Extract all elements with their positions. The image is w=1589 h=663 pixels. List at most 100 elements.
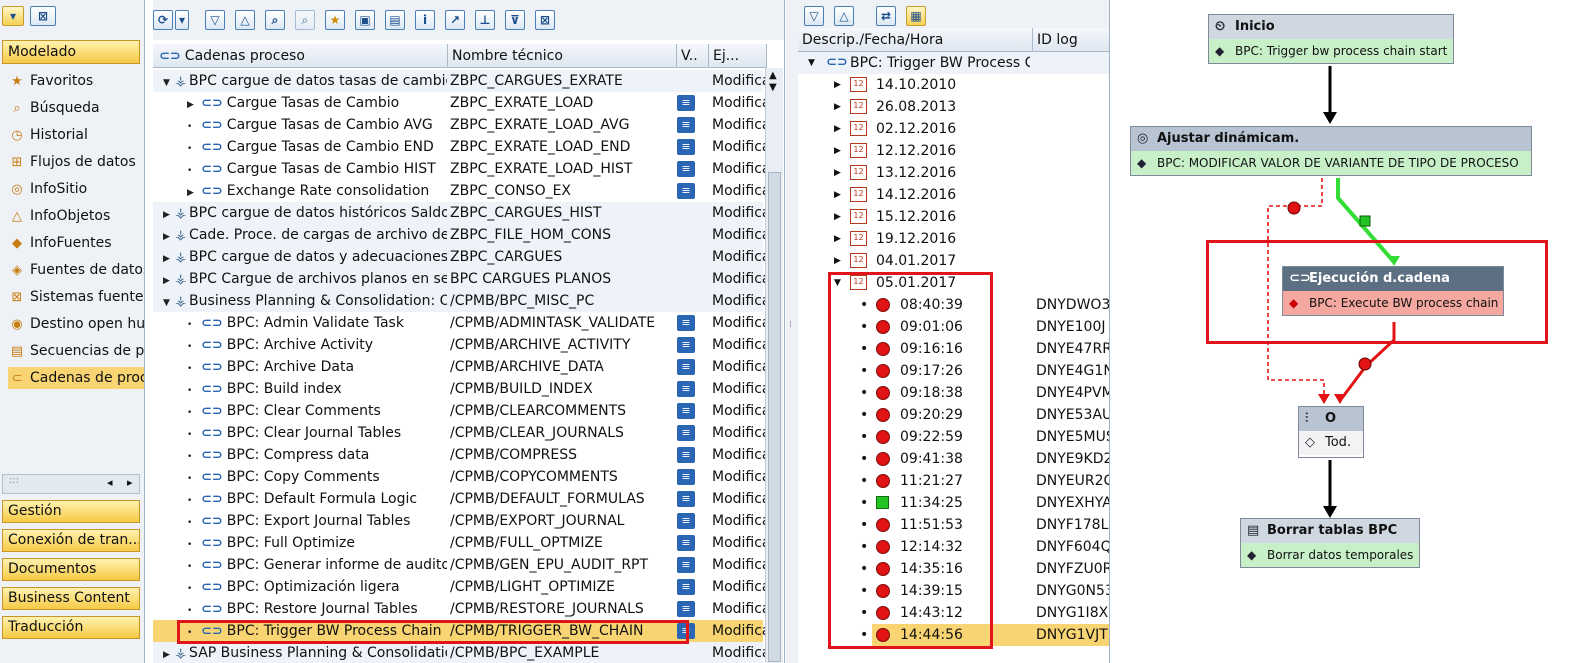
vertical-scrollbar[interactable]: ▲ ▼ [765, 68, 783, 663]
section-button[interactable]: Documentos [2, 558, 140, 581]
version-icon[interactable]: ≡ [677, 183, 695, 199]
tree-row[interactable]: • ⊂⊃ BPC: Admin Validate Task/CPMB/ADMINTA… [153, 312, 765, 334]
tree-row[interactable]: ▶ ⚶ SAP Business Planning & Consolidation /… [153, 642, 765, 663]
refresh-dropdown-icon[interactable]: ▾ [175, 10, 189, 30]
log-date-row[interactable]: ▶ 12 14.12.2016 [798, 184, 1109, 206]
version-icon[interactable]: ≡ [677, 381, 695, 397]
version-icon[interactable]: ≡ [677, 337, 695, 353]
version-icon[interactable]: ≡ [677, 513, 695, 529]
tree-row[interactable]: • ⊂⊃ BPC: Full Optimize/CPMB/FULL_OPTMIZE ≡… [153, 532, 765, 554]
adjust-node[interactable]: ◎ Ajustar dinámicam. ◆ BPC: MODIFICAR VALO… [1130, 126, 1532, 176]
expand-arrow-icon[interactable]: ▶ [163, 248, 175, 270]
filter-icon[interactable]: ⊽ [505, 10, 525, 30]
tree-row[interactable]: • ⊂⊃ Cargue Tasas de Cambio AVG ZBPC_EXRATE… [153, 114, 765, 136]
column-header-v[interactable]: V.. [677, 44, 709, 68]
close-panel-button[interactable]: ⊠ [30, 6, 56, 26]
tree-row[interactable]: • ⊂⊃ BPC: Default Formula Logic/CPMB/DEFAU… [153, 488, 765, 510]
version-icon[interactable]: ≡ [677, 117, 695, 133]
log-view-icon[interactable]: ▦ [906, 6, 926, 26]
version-icon[interactable]: ≡ [677, 579, 695, 595]
expand-arrow-icon[interactable]: ▶ [834, 162, 841, 184]
nav-item[interactable]: ◎ InfoSitio [8, 178, 144, 200]
collapse-arrow-icon[interactable]: ▼ [163, 292, 175, 314]
version-icon[interactable]: ≡ [677, 359, 695, 375]
version-icon[interactable]: ≡ [677, 425, 695, 441]
expand-arrow-icon[interactable]: ▶ [834, 96, 841, 118]
tree-row[interactable]: • ⊂⊃ BPC: Export Journal Tables/CPMB/EXPOR… [153, 510, 765, 532]
tree-structure-icon[interactable]: ⊥ [475, 10, 495, 30]
nav-item[interactable]: ⊂ Cadenas de procesos [8, 367, 144, 389]
log-date-row[interactable]: ▶ 12 13.12.2016 [798, 162, 1109, 184]
favorite-add-icon[interactable]: ★ [325, 10, 345, 30]
compare-icon[interactable]: ⇄ [876, 6, 896, 26]
tree-row[interactable]: ▶ ⚶ Cade. Proce. de cargas de archivo de ZB… [153, 224, 765, 246]
expand-arrow-icon[interactable]: ▶ [163, 270, 175, 292]
nav-item[interactable]: △ InfoObjetos [8, 205, 144, 227]
version-icon[interactable]: ≡ [677, 139, 695, 155]
section-button[interactable]: Conexión de tran... [2, 529, 140, 552]
version-icon[interactable]: ≡ [677, 491, 695, 507]
horizontal-scrollbar[interactable]: ::: ◂ ▸ [2, 474, 140, 494]
tree-row[interactable]: • ⊂⊃ BPC: Compress data/CPMB/COMPRESS ≡ Modi… [153, 444, 765, 466]
version-icon[interactable]: ≡ [677, 601, 695, 617]
expand-icon[interactable]: ▽ [205, 10, 225, 30]
version-icon[interactable]: ≡ [677, 403, 695, 419]
collapse-arrow-icon[interactable]: ▼ [163, 72, 175, 94]
tree-row[interactable]: • ⊂⊃ BPC: Restore Journal Tables/CPMB/REST… [153, 598, 765, 620]
tree-row[interactable]: • ⊂⊃ BPC: Clear Journal Tables/CPMB/CLEAR_… [153, 422, 765, 444]
expand-arrow-icon[interactable]: ▶ [163, 644, 175, 663]
tree-row[interactable]: • ⊂⊃ Cargue Tasas de Cambio END ZBPC_EXRATE… [153, 136, 765, 158]
collapse-icon[interactable]: △ [235, 10, 255, 30]
version-icon[interactable]: ≡ [677, 535, 695, 551]
column-header-description[interactable]: Descrip./Fecha/Hora [798, 28, 1033, 52]
nav-item[interactable]: ◉ Destino open hub [8, 313, 144, 335]
tree-row[interactable]: • ⊂⊃ BPC: Clear Comments/CPMB/CLEARCOMMENT… [153, 400, 765, 422]
expand-arrow-icon[interactable]: ▶ [163, 204, 175, 226]
navigate-icon[interactable]: ↗ [445, 10, 465, 30]
or-node[interactable]: ⫶ O ◇ Tod. [1298, 406, 1364, 458]
tree-row[interactable]: • ⊂⊃ BPC: Archive Activity/CPMB/ARCHIVE_AC… [153, 334, 765, 356]
expand-arrow-icon[interactable]: ▶ [834, 250, 841, 272]
scrollbar-thumb[interactable] [768, 172, 781, 662]
version-icon[interactable]: ≡ [677, 95, 695, 111]
scroll-right-icon[interactable]: ▸ [127, 476, 133, 489]
log-date-row[interactable]: ▶ 12 26.08.2013 [798, 96, 1109, 118]
expand-arrow-icon[interactable]: ▶ [834, 206, 841, 228]
log-root-row[interactable]: ▼⊂⊃BPC: Trigger BW Process Chain [798, 52, 1109, 74]
tree-row[interactable]: • ⊂⊃ BPC: Archive Data/CPMB/ARCHIVE_DATA ≡ M… [153, 356, 765, 378]
expand-arrow-icon[interactable]: ▶ [834, 74, 841, 96]
column-header-log-id[interactable]: ID log [1033, 28, 1109, 52]
nav-item[interactable]: ◷ Historial [8, 124, 144, 146]
dropdown-button[interactable]: ▾ [2, 6, 24, 26]
delete-tables-node[interactable]: ▤ Borrar tablas BPC ◆ Borrar datos tempora… [1240, 518, 1420, 568]
nav-item[interactable]: ◆ InfoFuentes [8, 232, 144, 254]
log-date-row[interactable]: ▶ 12 04.01.2017 [798, 250, 1109, 272]
nav-item[interactable]: ⊞ Flujos de datos [8, 151, 144, 173]
log-date-row[interactable]: ▶ 12 15.12.2016 [798, 206, 1109, 228]
modeling-header-button[interactable]: Modelado [2, 40, 140, 64]
log-date-row[interactable]: ▶ 12 02.12.2016 [798, 118, 1109, 140]
tree-row[interactable]: ▶ ⚶ BPC cargue de datos históricos Saldos Z… [153, 202, 765, 226]
find-icon[interactable]: ⌕ [265, 10, 285, 30]
log-date-row[interactable]: ▶ 12 12.12.2016 [798, 140, 1109, 162]
log-date-row[interactable]: ▶ 12 14.10.2010 [798, 74, 1109, 96]
nav-item[interactable]: ⊠ Sistemas fuente [8, 286, 144, 308]
expand-arrow-icon[interactable]: ▶ [834, 118, 841, 140]
version-icon[interactable]: ≡ [677, 315, 695, 331]
version-icon[interactable]: ≡ [677, 161, 695, 177]
scroll-down-icon[interactable]: ▼ [769, 82, 777, 93]
section-button[interactable]: Gestión [2, 500, 140, 523]
nav-item[interactable]: ★ Favoritos [8, 70, 144, 92]
expand-arrow-icon[interactable]: ▶ [834, 184, 841, 206]
expand-arrow-icon[interactable]: ▶ [834, 140, 841, 162]
column-header-technical-name[interactable]: Nombre técnico [448, 44, 677, 68]
tree-row[interactable]: • ⊂⊃ BPC: Copy Comments/CPMB/COPYCOMMENTS ≡… [153, 466, 765, 488]
section-button[interactable]: Business Content [2, 587, 140, 610]
column-header-chains[interactable]: ⊂⊃ Cadenas proceso [153, 44, 448, 68]
collapse-all-icon[interactable]: △ [834, 6, 854, 26]
version-icon[interactable]: ≡ [677, 469, 695, 485]
tree-row[interactable]: • ⊂⊃ BPC: Generar informe de auditoría/CPM… [153, 554, 765, 576]
expand-arrow-icon[interactable]: ▶ [834, 228, 841, 250]
tree-row[interactable]: ▶ ⚶ BPC Cargue de archivos planos en ser BP… [153, 268, 765, 292]
display-icon[interactable]: ▣ [355, 10, 375, 30]
